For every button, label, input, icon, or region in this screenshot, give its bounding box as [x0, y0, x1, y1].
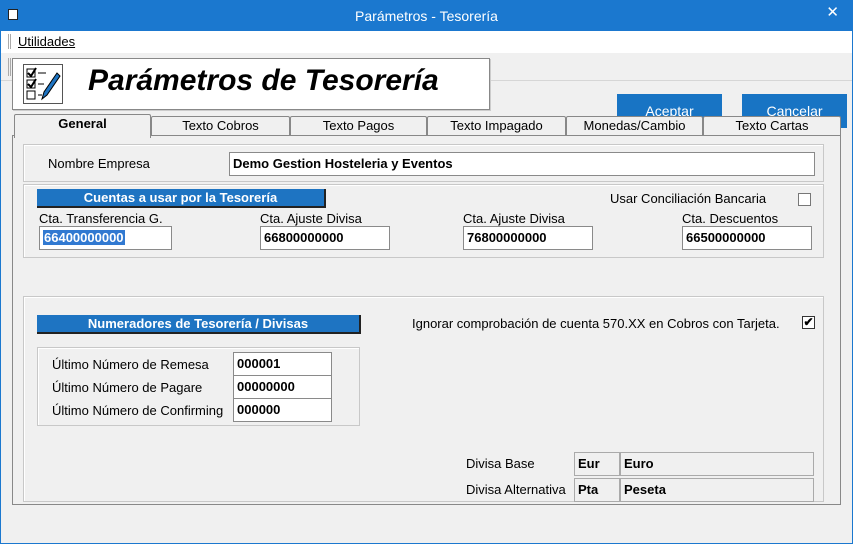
- tab-texto-cobros[interactable]: Texto Cobros: [151, 116, 290, 136]
- cta-ajuste-divisa-label: Cta. Ajuste Divisa: [260, 211, 362, 226]
- tab-label: Texto Impagado: [450, 118, 543, 133]
- checklist-icon: [23, 64, 63, 104]
- toolbar-grip: [8, 58, 11, 76]
- conciliacion-checkbox[interactable]: [798, 193, 811, 206]
- tab-general[interactable]: General: [14, 114, 151, 138]
- tab-texto-cartas[interactable]: Texto Cartas: [703, 116, 841, 136]
- numeradores-inner: Último Número de Remesa 000001 Último Nú…: [37, 347, 360, 426]
- menu-bar: Utilidades: [1, 31, 852, 53]
- divisa-alternativa-name: Peseta: [620, 478, 814, 502]
- tab-label: Texto Cartas: [735, 118, 809, 133]
- window-title: Parámetros - Tesorería: [355, 8, 498, 24]
- pagare-field[interactable]: 00000000: [233, 375, 332, 399]
- selected-text: 66400000000: [43, 230, 125, 245]
- tab-label: General: [58, 116, 107, 131]
- tab-label: Texto Cobros: [182, 118, 259, 133]
- divisa-base-code[interactable]: Eur: [574, 452, 620, 476]
- cuentas-banner: Cuentas a usar por la Tesorería: [37, 189, 326, 208]
- pagare-label: Último Número de Pagare: [52, 380, 203, 395]
- empresa-label: Nombre Empresa: [48, 156, 150, 171]
- confirming-label: Último Número de Confirming: [52, 403, 224, 418]
- cta-descuentos-field[interactable]: 66500000000: [682, 226, 812, 250]
- close-button[interactable]: ✕: [826, 3, 839, 21]
- divisa-base-name: Euro: [620, 452, 814, 476]
- divisa-alternativa-label: Divisa Alternativa: [466, 482, 566, 497]
- cta-ajuste-divisa-2-field[interactable]: 76800000000: [463, 226, 593, 250]
- tab-label: Monedas/Cambio: [583, 118, 686, 133]
- tab-monedas-cambio[interactable]: Monedas/Cambio: [566, 116, 703, 136]
- tab-strip: General Texto Cobros Texto Pagos Texto I…: [12, 114, 841, 138]
- general-tab-panel: Nombre Empresa Demo Gestion Hosteleria y…: [12, 135, 841, 505]
- empresa-field[interactable]: Demo Gestion Hosteleria y Eventos: [229, 152, 815, 176]
- cta-transferencia-field[interactable]: 66400000000: [39, 226, 172, 250]
- divisa-base-label: Divisa Base: [466, 456, 535, 471]
- cta-transferencia-label: Cta. Transferencia G.: [39, 211, 163, 226]
- title-bar: Parámetros - Tesorería ✕: [0, 0, 853, 31]
- empresa-group: Nombre Empresa Demo Gestion Hosteleria y…: [23, 144, 824, 182]
- remesa-label: Último Número de Remesa: [52, 357, 209, 372]
- menu-grip: [8, 34, 11, 49]
- cta-descuentos-label: Cta. Descuentos: [682, 211, 779, 226]
- confirming-field[interactable]: 000000: [233, 398, 332, 422]
- conciliacion-label: Usar Conciliación Bancaria: [610, 191, 767, 206]
- numeradores-group: Numeradores de Tesorería / Divisas Ignor…: [23, 296, 824, 502]
- numeradores-banner: Numeradores de Tesorería / Divisas: [37, 315, 361, 334]
- cta-ajuste-divisa-2-label: Cta. Ajuste Divisa: [463, 211, 565, 226]
- tab-texto-pagos[interactable]: Texto Pagos: [290, 116, 427, 136]
- header-panel: Parámetros de Tesorería: [12, 58, 490, 110]
- window-frame: Utilidades Parámetros de Tesorería Acept…: [0, 31, 853, 544]
- divisa-alternativa-code[interactable]: Pta: [574, 478, 620, 502]
- tab-texto-impagado[interactable]: Texto Impagado: [427, 116, 566, 136]
- page-title: Parámetros de Tesorería: [88, 64, 439, 97]
- menu-utilidades[interactable]: Utilidades: [18, 34, 75, 49]
- tab-label: Texto Pagos: [322, 118, 395, 133]
- cuentas-group: Cuentas a usar por la Tesorería Usar Con…: [23, 184, 824, 258]
- cta-ajuste-divisa-field[interactable]: 66800000000: [260, 226, 390, 250]
- ignorar-570-label: Ignorar comprobación de cuenta 570.XX en…: [412, 316, 780, 331]
- ignorar-570-checkbox[interactable]: ✔: [802, 316, 815, 329]
- remesa-field[interactable]: 000001: [233, 352, 332, 376]
